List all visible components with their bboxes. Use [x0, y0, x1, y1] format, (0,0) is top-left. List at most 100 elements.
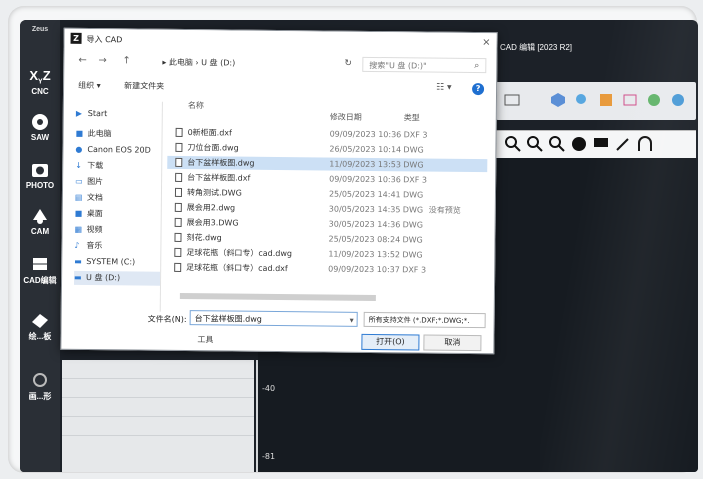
file-row[interactable]: 转角测试.DWG 25/05/2023 14:41 DWG [167, 186, 487, 202]
file-date: 26/05/2023 10:14 [329, 144, 402, 155]
zeus-logo: Zeus [31, 26, 49, 33]
file-row[interactable]: 足球花瓶（斜口专）cad.dxf 09/09/2023 10:37 DXF 3 [166, 261, 486, 277]
camera-icon [32, 164, 48, 177]
breadcrumb[interactable]: ▸ 此电脑 › U 盘 (D:) [154, 55, 338, 72]
file-date: 09/09/2023 10:37 [328, 264, 400, 275]
chevron-down-icon[interactable]: ▾ [350, 313, 354, 328]
tools-button[interactable]: 工具 [197, 334, 213, 345]
file-row[interactable]: 展会用3.DWG 30/05/2023 14:36 DWG [167, 216, 487, 232]
file-extra: 没有预览 [428, 205, 461, 215]
saw-blade-icon [32, 114, 48, 130]
camera-device-icon: ● [75, 144, 83, 154]
filename-label: 文件名(N): [147, 314, 187, 325]
sidebar-item-label: U 盘 (D:) [86, 272, 121, 283]
file-name: 展会用3.DWG [186, 218, 239, 228]
sidebar-item-pictures[interactable]: ▭ 图片 [75, 175, 161, 190]
column-header-date[interactable]: 修改日期 [330, 112, 362, 123]
cancel-button[interactable]: 取消 [423, 334, 482, 352]
file-name: 刻花.dwg [186, 233, 222, 243]
file-icon [174, 247, 182, 257]
file-row[interactable]: 足球花瓶（斜口专）cad.dwg 11/09/2023 13:52 DWG [166, 246, 486, 262]
refresh-icon[interactable]: ↻ [344, 59, 352, 69]
up-button[interactable]: ↑ [122, 55, 131, 66]
file-date: 11/09/2023 13:53 [329, 159, 402, 170]
column-header-type[interactable]: 类型 [404, 112, 420, 123]
zoom-in-icon[interactable] [504, 135, 522, 153]
filename-input[interactable]: 台下盆样板图.dwg ▾ [189, 310, 358, 328]
file-row[interactable]: 展会用2.dwg 30/05/2023 14:35 DWG 没有预览 [167, 201, 487, 217]
sidebar-item-start[interactable]: ▶ Start [76, 107, 162, 122]
document-icon: ▤ [74, 192, 83, 202]
column-header-name[interactable]: 名称 [188, 100, 204, 111]
sidebar-item-music[interactable]: ♪ 音乐 [74, 239, 160, 254]
navigation-pane: ▶ Start ■ 此电脑 ● Canon EOS 20D ↓ 下载 ▭ 图片 ▤ 文档 ■… [69, 100, 163, 312]
dialog-titlebar: Z 导入 CAD × [64, 28, 497, 54]
ruler-label: -40 [262, 384, 276, 393]
video-icon: ▦ [74, 224, 83, 234]
toolbar-label: 绘...板 [28, 332, 52, 341]
file-type: DWG [402, 220, 423, 230]
property-panel [62, 360, 254, 472]
draw-board-icon [32, 314, 48, 328]
file-name: 足球花瓶（斜口专）cad.dwg [186, 248, 293, 259]
file-type: DXF 3 [403, 175, 428, 185]
shape-icon [33, 373, 47, 387]
open-button[interactable]: 打开(O) [361, 333, 420, 351]
toolbar-item-cnc[interactable]: XYZ CNC [20, 66, 60, 96]
file-row-selected[interactable]: 台下盆样板图.dwg 11/09/2023 13:53 DWG [167, 155, 488, 173]
drive-icon: ▬ [74, 256, 82, 266]
view-options-button[interactable]: ☷ ▾ [436, 83, 452, 93]
sidebar-item-label: Start [87, 108, 108, 119]
chevron-right-icon: ▶ [75, 108, 83, 118]
help-button[interactable]: ? [472, 83, 485, 96]
toolbar-label: SAW [30, 133, 50, 142]
cad-edit-icon [33, 258, 47, 270]
sidebar-item-videos[interactable]: ▦ 视频 [75, 223, 161, 238]
close-button[interactable]: × [482, 37, 491, 48]
file-row[interactable]: 台下盆样板图.dxf 09/09/2023 10:36 DXF 3 [167, 171, 487, 187]
toolbar-item-saw[interactable]: SAW [20, 112, 60, 142]
new-folder-button[interactable]: 新建文件夹 [124, 80, 164, 91]
sidebar-item-camera[interactable]: ● Canon EOS 20D [75, 143, 161, 158]
toolbar-label: CAM [30, 227, 50, 236]
sidebar-item-downloads[interactable]: ↓ 下载 [75, 159, 161, 174]
panel-row [62, 360, 254, 379]
back-button[interactable]: ← [78, 55, 87, 66]
sidebar-item-documents[interactable]: ▤ 文档 [75, 191, 161, 206]
file-name: 足球花瓶（斜口专）cad.dxf [186, 263, 288, 274]
filename-value: 台下盆样板图.dwg [194, 314, 262, 324]
sidebar-item-label: 文档 [86, 192, 103, 203]
toolbar-item-cad-edit[interactable]: CAD编辑 [20, 254, 60, 286]
screen-icon[interactable] [504, 92, 520, 108]
file-icon [174, 232, 182, 242]
file-row[interactable]: 刀位台面.dwg 26/05/2023 10:14 DWG [167, 141, 487, 157]
sidebar-item-desktop[interactable]: ■ 桌面 [75, 207, 161, 222]
screen-glare [540, 20, 698, 472]
file-icon [175, 142, 183, 152]
organize-button[interactable]: 组织 ▾ [78, 80, 101, 91]
file-name: 刀位台面.dwg [187, 143, 239, 153]
import-cad-dialog: Z 导入 CAD × ← → ↑ ▸ 此电脑 › U 盘 (D:) ↻ 搜索"U… [60, 27, 498, 355]
search-input[interactable]: 搜索"U 盘 (D:)" ⌕ [362, 56, 487, 74]
sidebar-item-label: 视频 [86, 224, 103, 235]
search-placeholder: 搜索"U 盘 (D:)" [369, 60, 427, 71]
file-row[interactable]: 0新柜面.dxf 09/09/2023 10:36 DXF 3 [168, 126, 488, 142]
sidebar-item-this-pc[interactable]: ■ 此电脑 [76, 127, 162, 142]
sidebar-item-usb-drive[interactable]: ▬ U 盘 (D:) [74, 270, 161, 286]
toolbar-item-draw-board[interactable]: 绘...板 [20, 310, 60, 342]
toolbar-item-photo[interactable]: PHOTO [20, 160, 60, 190]
scrollbar-thumb[interactable] [179, 292, 376, 302]
filetype-select[interactable]: 所有支持文件 (*.DXF;*.DWG;*. [363, 311, 486, 329]
toolbar-item-shape[interactable]: 画...形 [20, 370, 60, 402]
dialog-title: 导入 CAD [86, 34, 123, 45]
download-icon: ↓ [75, 160, 83, 170]
file-name: 台下盆样板图.dwg [187, 158, 255, 168]
file-type: DWG [403, 145, 424, 155]
toolbar-label: 画...形 [28, 392, 52, 401]
file-icon [174, 217, 182, 227]
sidebar-item-system-drive[interactable]: ▬ SYSTEM (C:) [74, 255, 160, 270]
toolbar-item-cam[interactable]: CAM [20, 206, 60, 236]
file-row[interactable]: 刻花.dwg 25/05/2023 08:24 DWG [166, 231, 486, 247]
toolbar-label: PHOTO [25, 181, 55, 190]
forward-button[interactable]: → [98, 55, 107, 66]
